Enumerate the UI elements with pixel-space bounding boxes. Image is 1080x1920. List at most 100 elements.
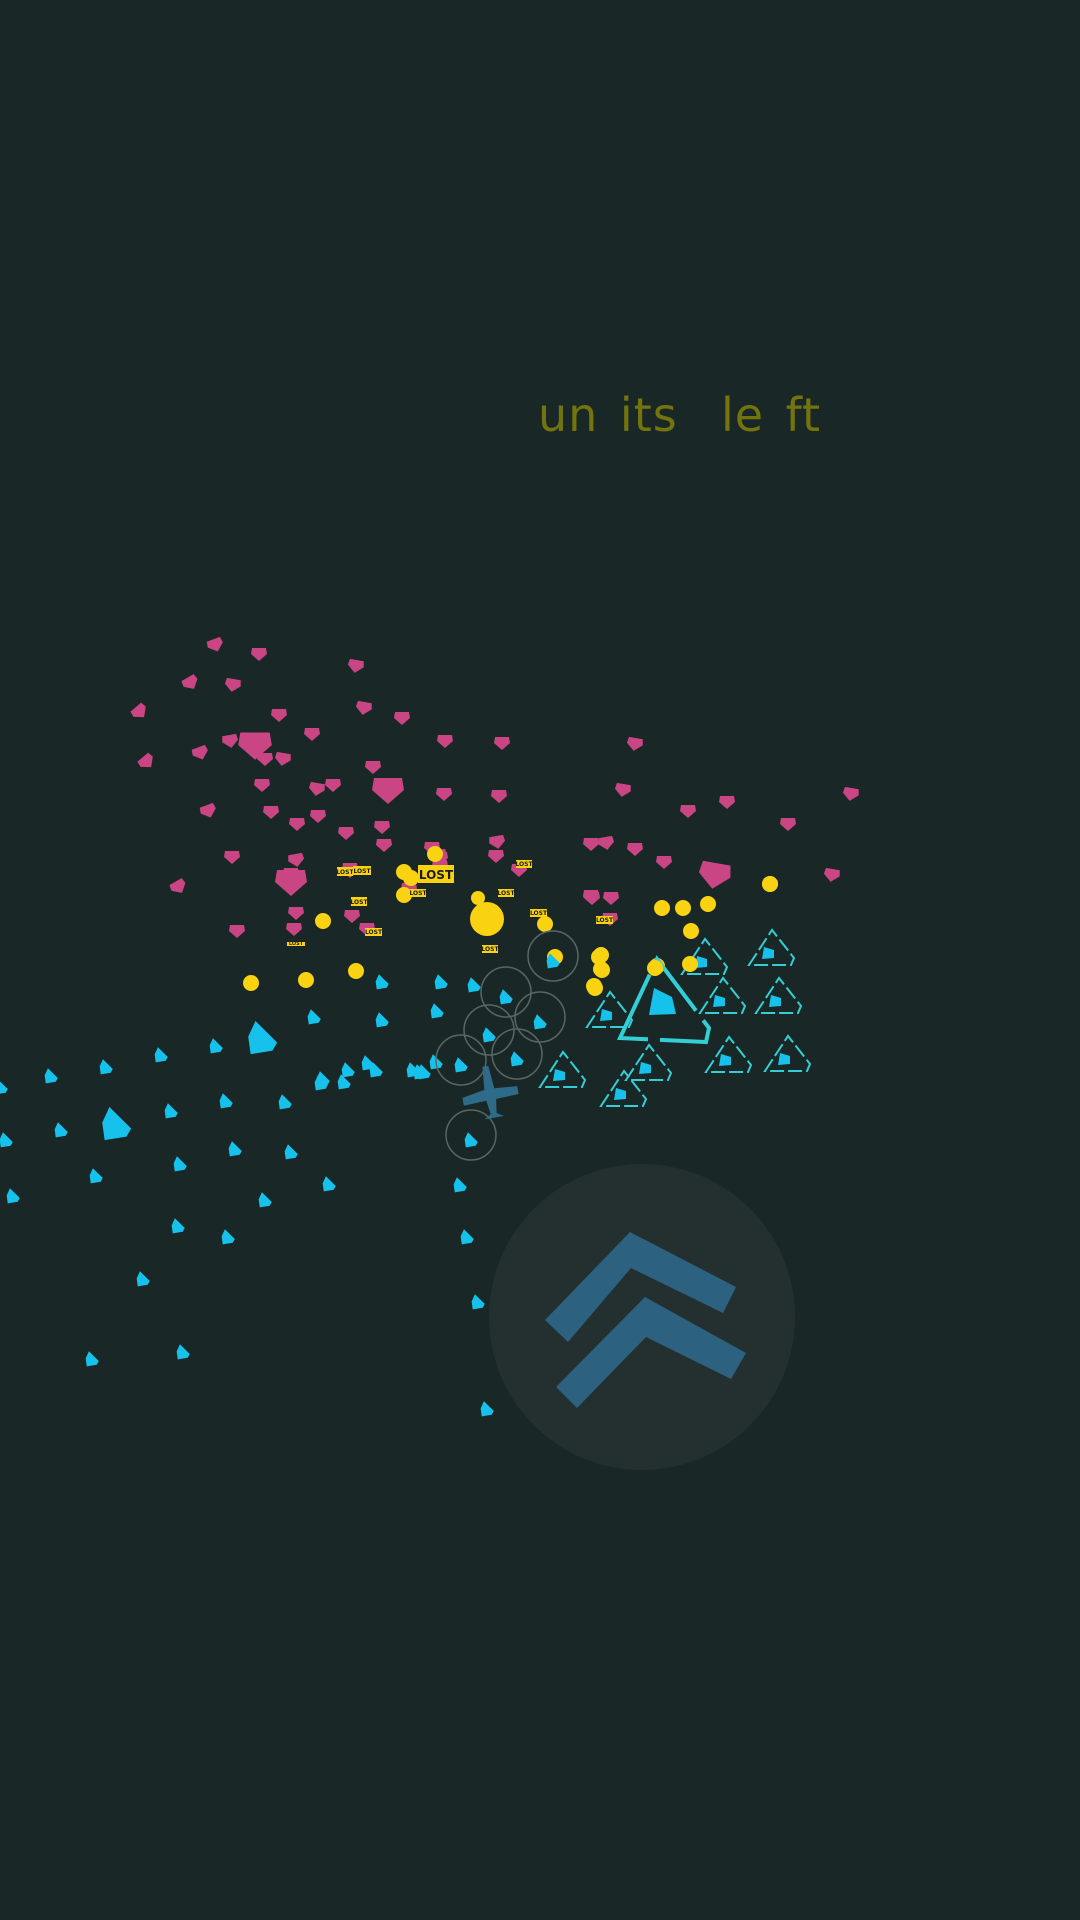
- lost-tag: LOST: [497, 889, 515, 897]
- ally-unit[interactable]: [169, 1216, 185, 1234]
- enemy-unit-shape: [626, 736, 643, 751]
- ally-unit[interactable]: [432, 972, 448, 990]
- ally-unit-shape: [176, 1344, 190, 1360]
- enemy-unit: [491, 790, 507, 803]
- ally-unit-shape: [471, 1294, 485, 1310]
- ally-unit[interactable]: [458, 1227, 474, 1245]
- ally-unit[interactable]: [451, 1175, 467, 1193]
- enemy-unit: [271, 709, 287, 722]
- ally-ringed-unit[interactable]: [754, 976, 803, 1014]
- enemy-unit-shape: [780, 818, 796, 831]
- ally-unit[interactable]: [452, 1055, 468, 1073]
- ally-unit[interactable]: [226, 1139, 242, 1157]
- ally-unit[interactable]: [174, 1342, 190, 1360]
- enemy-unit-shape: [823, 867, 840, 882]
- lost-tag: LOST: [418, 865, 454, 883]
- ally-unit[interactable]: [469, 1292, 485, 1310]
- ally-unit[interactable]: [83, 1349, 99, 1367]
- command-unit[interactable]: [458, 1062, 522, 1123]
- lost-tag: LOST: [353, 866, 371, 875]
- ally-unit[interactable]: [428, 1001, 444, 1019]
- enemy-unit: [308, 781, 325, 796]
- enemy-unit-shape: [603, 892, 619, 905]
- ally-unit-shape: [99, 1059, 113, 1075]
- ally-unit[interactable]: [462, 1130, 478, 1148]
- ally-unit[interactable]: [0, 1130, 14, 1148]
- battlefield[interactable]: LOSTLOST LOSTLOSTLOSTLOST LOSTLOSTLOSTLOST…: [0, 0, 1080, 1920]
- ally-unit-shape: [649, 988, 676, 1015]
- ally-ringed-unit[interactable]: [704, 1035, 753, 1073]
- ally-unit[interactable]: [4, 1186, 20, 1204]
- ally-unit[interactable]: [276, 1092, 292, 1110]
- enemy-unit-shape: [583, 891, 599, 904]
- ally-unit[interactable]: [373, 972, 389, 990]
- ally-unit[interactable]: [217, 1091, 233, 1109]
- ally-unit[interactable]: [531, 1012, 547, 1030]
- enemy-unit-shape: [436, 788, 452, 801]
- selection-circle: [435, 1034, 487, 1086]
- ally-ringed-unit[interactable]: [698, 976, 747, 1014]
- ally-unit-shape: [136, 1271, 150, 1287]
- ally-unit[interactable]: [0, 1077, 9, 1095]
- enemy-unit: [680, 805, 696, 818]
- ally-unit[interactable]: [508, 1049, 524, 1067]
- ally-unit-shape: [221, 1229, 235, 1245]
- enemy-unit: [274, 751, 291, 766]
- ally-unit[interactable]: [219, 1227, 235, 1245]
- ally-unit[interactable]: [52, 1120, 68, 1138]
- ally-unit[interactable]: [162, 1101, 178, 1119]
- ally-ringed-unit[interactable]: [624, 1043, 673, 1081]
- ally-unit[interactable]: [171, 1154, 187, 1172]
- enemy-unit-shape: [251, 648, 267, 661]
- ally-unit-shape: [219, 1093, 233, 1109]
- casualty-marker: [647, 960, 663, 976]
- ally-unit[interactable]: [207, 1036, 223, 1054]
- enemy-unit-shape: [288, 852, 305, 867]
- enemy-unit-shape: [698, 860, 731, 889]
- ally-unit[interactable]: [465, 975, 481, 993]
- enemy-unit: [627, 843, 643, 856]
- ally-unit[interactable]: [305, 1007, 321, 1025]
- advance-button[interactable]: [489, 1164, 795, 1470]
- casualty-marker: [298, 972, 314, 988]
- ally-heavy-unit[interactable]: [97, 1103, 133, 1142]
- ally-unit[interactable]: [256, 1190, 272, 1208]
- ally-unit[interactable]: [87, 1166, 103, 1184]
- ally-unit[interactable]: [320, 1174, 336, 1192]
- ally-unit[interactable]: [373, 1010, 389, 1028]
- selection-circle: [514, 991, 566, 1043]
- lost-tag: LOST: [515, 860, 533, 868]
- ally-unit[interactable]: [480, 1025, 496, 1043]
- ally-ringed-unit[interactable]: [747, 928, 796, 966]
- ally-ringed-unit[interactable]: [585, 990, 634, 1028]
- ally-unit-shape: [454, 1057, 468, 1073]
- ally-unit[interactable]: [152, 1045, 168, 1063]
- ally-leader-unit[interactable]: [616, 955, 712, 1045]
- enemy-unit: [275, 870, 307, 896]
- ally-unit[interactable]: [478, 1399, 494, 1417]
- enemy-unit-shape: [222, 733, 239, 748]
- ally-unit-shape: [171, 1218, 185, 1234]
- ally-unit-shape: [614, 1088, 626, 1100]
- ally-unit-shape: [639, 1062, 651, 1074]
- enemy-unit-shape: [488, 850, 504, 863]
- ally-unit[interactable]: [282, 1142, 298, 1160]
- ally-unit-shape: [102, 1106, 132, 1141]
- ally-unit-shape: [719, 1054, 731, 1066]
- lost-tag-label: LOST: [353, 868, 371, 875]
- ally-unit[interactable]: [134, 1269, 150, 1287]
- ally-ringed-unit[interactable]: [538, 1050, 587, 1088]
- ally-ringed-unit[interactable]: [763, 1034, 812, 1072]
- enemy-unit-shape: [374, 821, 390, 834]
- enemy-unit-shape: [263, 806, 279, 819]
- enemy-unit-shape: [437, 735, 453, 748]
- game-stage[interactable]: un its le ft LOST LOST LOST LOST LOST LOST LOS…: [0, 0, 1080, 1920]
- ally-unit[interactable]: [497, 987, 513, 1005]
- enemy-unit: [823, 867, 840, 882]
- ally-heavy-unit[interactable]: [243, 1017, 279, 1056]
- ally-unit[interactable]: [42, 1066, 58, 1084]
- enemy-unit: [698, 860, 731, 889]
- enemy-unit: [286, 923, 302, 936]
- ally-unit[interactable]: [97, 1057, 113, 1075]
- ally-ringed-unit[interactable]: [599, 1069, 648, 1107]
